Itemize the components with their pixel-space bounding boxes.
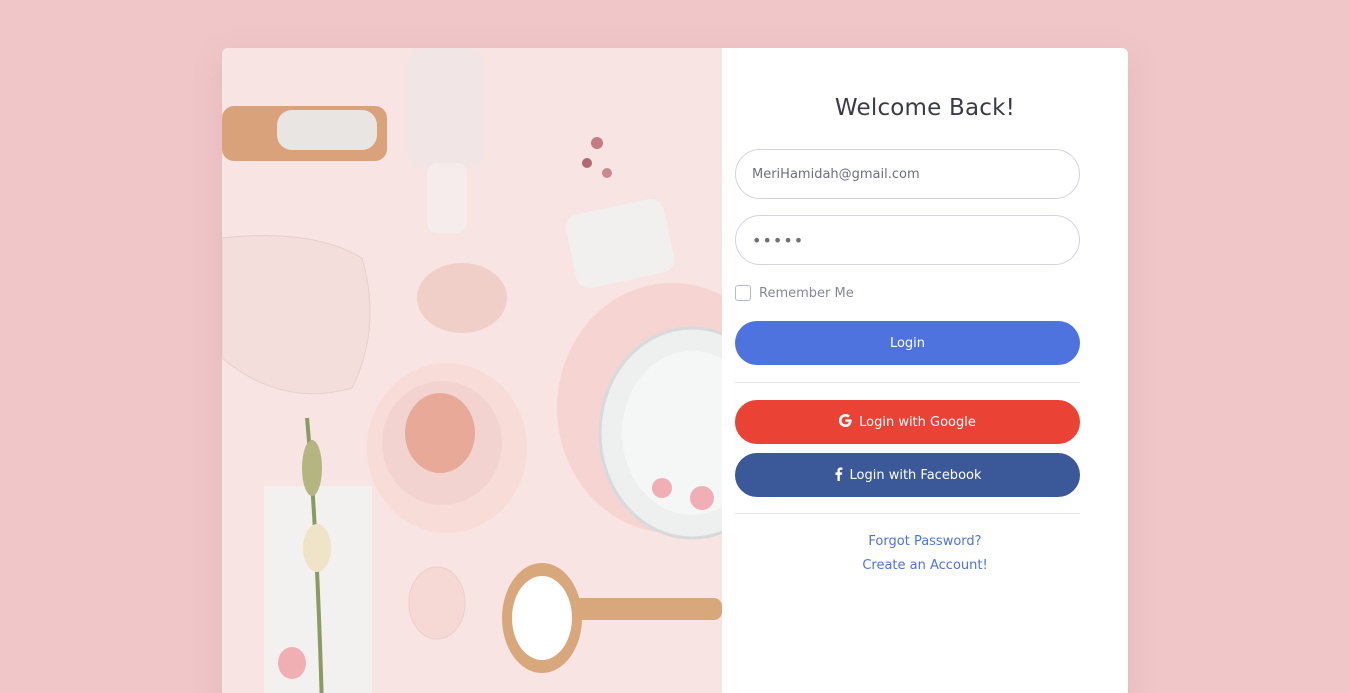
login-card: Welcome Back! MeriHamidah@gmail.com ••••… <box>222 48 1128 693</box>
email-value: MeriHamidah@gmail.com <box>752 166 920 182</box>
facebook-button-label: Login with Facebook <box>849 467 982 483</box>
facebook-icon <box>834 466 843 484</box>
remember-me[interactable]: Remember Me <box>735 285 854 301</box>
email-field[interactable]: MeriHamidah@gmail.com <box>735 149 1080 199</box>
login-button-label: Login <box>889 335 926 351</box>
forgot-password-link[interactable]: Forgot Password? <box>722 534 1128 549</box>
login-with-facebook-button[interactable]: Login with Facebook <box>735 453 1080 497</box>
spa-products-photo <box>222 48 722 693</box>
page-title: Welcome Back! <box>834 95 1016 121</box>
password-value: ••••• <box>752 230 805 250</box>
login-button[interactable]: Login <box>735 321 1080 365</box>
hero-image <box>222 48 722 693</box>
password-field[interactable]: ••••• <box>735 215 1080 265</box>
google-button-label: Login with Google <box>859 414 976 430</box>
google-icon <box>839 414 852 430</box>
divider <box>735 513 1080 514</box>
login-with-google-button[interactable]: Login with Google <box>735 400 1080 444</box>
create-account-link[interactable]: Create an Account! <box>722 558 1128 573</box>
login-form: Welcome Back! MeriHamidah@gmail.com ••••… <box>722 48 1128 693</box>
divider <box>735 382 1080 383</box>
remember-me-checkbox[interactable] <box>735 285 751 301</box>
remember-me-label: Remember Me <box>759 285 854 301</box>
